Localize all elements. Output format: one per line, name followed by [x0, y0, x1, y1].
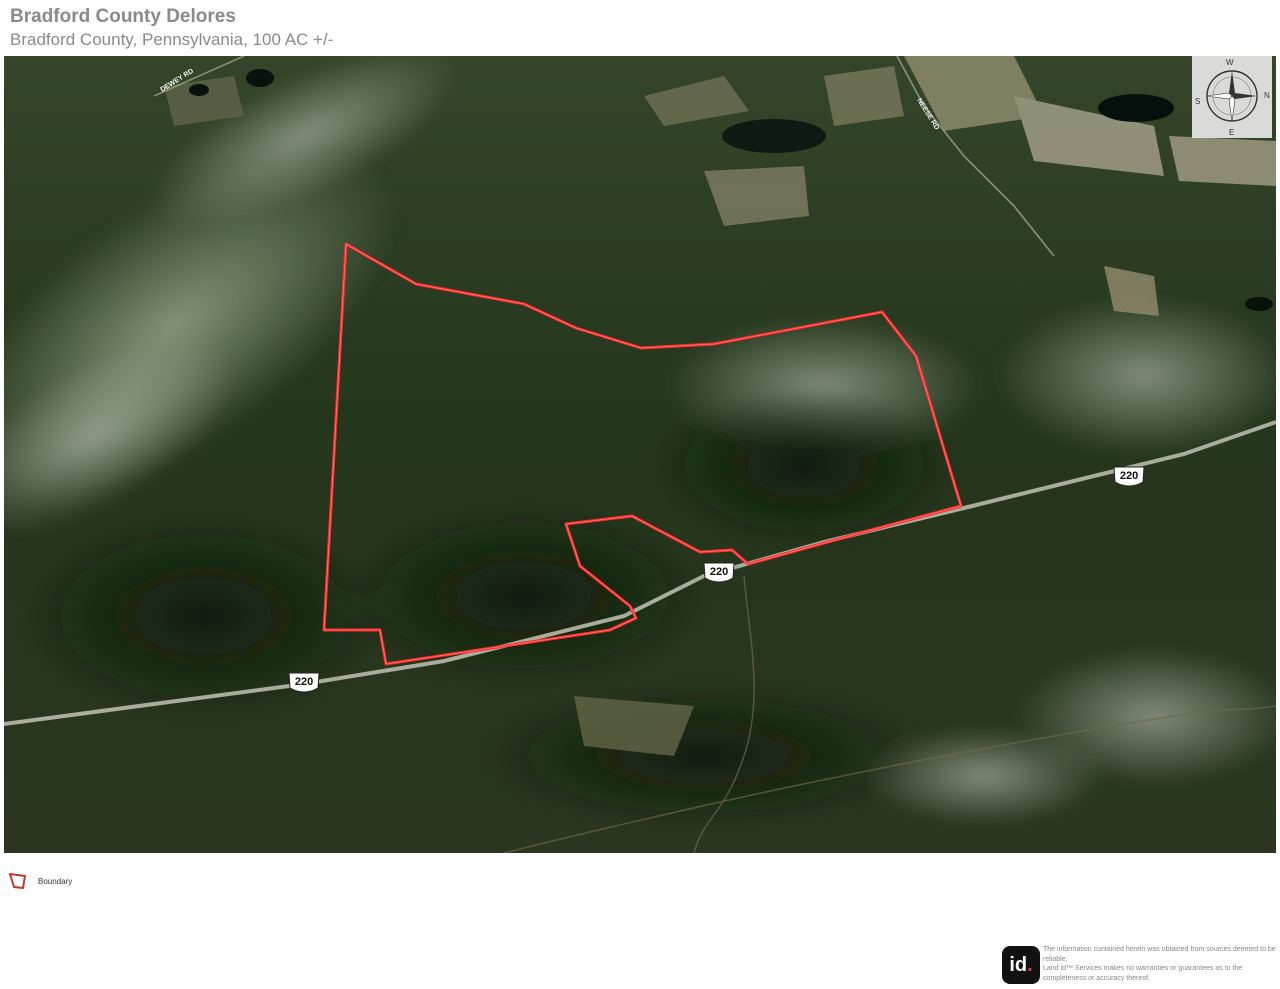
route-shield: 220: [1113, 466, 1145, 487]
logo-dot: .: [1027, 954, 1033, 976]
page-title: Bradford County Delores: [10, 6, 236, 27]
pond: [246, 69, 274, 87]
compass-rose-icon: N S E W: [1192, 56, 1272, 138]
satellite-map[interactable]: DEWEY RD NEESE RD 220 220 220 N S E W: [4, 56, 1276, 853]
footer-disclaimer: id. The information contained herein was…: [1002, 945, 1278, 985]
disclaimer-line-1: The information contained herein was obt…: [1043, 946, 1276, 963]
route-shield: 220: [288, 672, 320, 693]
compass-w: W: [1226, 58, 1234, 67]
pond: [1245, 297, 1273, 311]
compass-n: N: [1264, 91, 1270, 100]
disclaimer-text: The information contained herein was obt…: [1043, 945, 1279, 983]
disclaimer-line-2: Land id™ Services makes no warranties or…: [1043, 965, 1243, 982]
compass-s: S: [1195, 97, 1200, 106]
pond: [189, 84, 209, 96]
compass-e: E: [1229, 128, 1234, 137]
page-subtitle: Bradford County, Pennsylvania, 100 AC +/…: [10, 30, 334, 49]
map-page: Bradford County Delores Bradford County,…: [0, 0, 1280, 989]
map-legend: Boundary: [8, 870, 72, 892]
pond: [1098, 94, 1174, 122]
boundary-polygon-icon: [9, 873, 26, 889]
route-shield-label: 220: [710, 566, 728, 578]
route-shield: 220: [703, 562, 735, 583]
pond: [722, 119, 826, 153]
logo-text: id: [1009, 954, 1028, 976]
route-shield-label: 220: [1120, 470, 1138, 482]
legend-label-boundary: Boundary: [38, 876, 73, 886]
land-id-logo[interactable]: id.: [1002, 946, 1040, 984]
map-canvas: DEWEY RD NEESE RD 220 220 220: [4, 56, 1276, 853]
route-shield-label: 220: [295, 676, 313, 688]
